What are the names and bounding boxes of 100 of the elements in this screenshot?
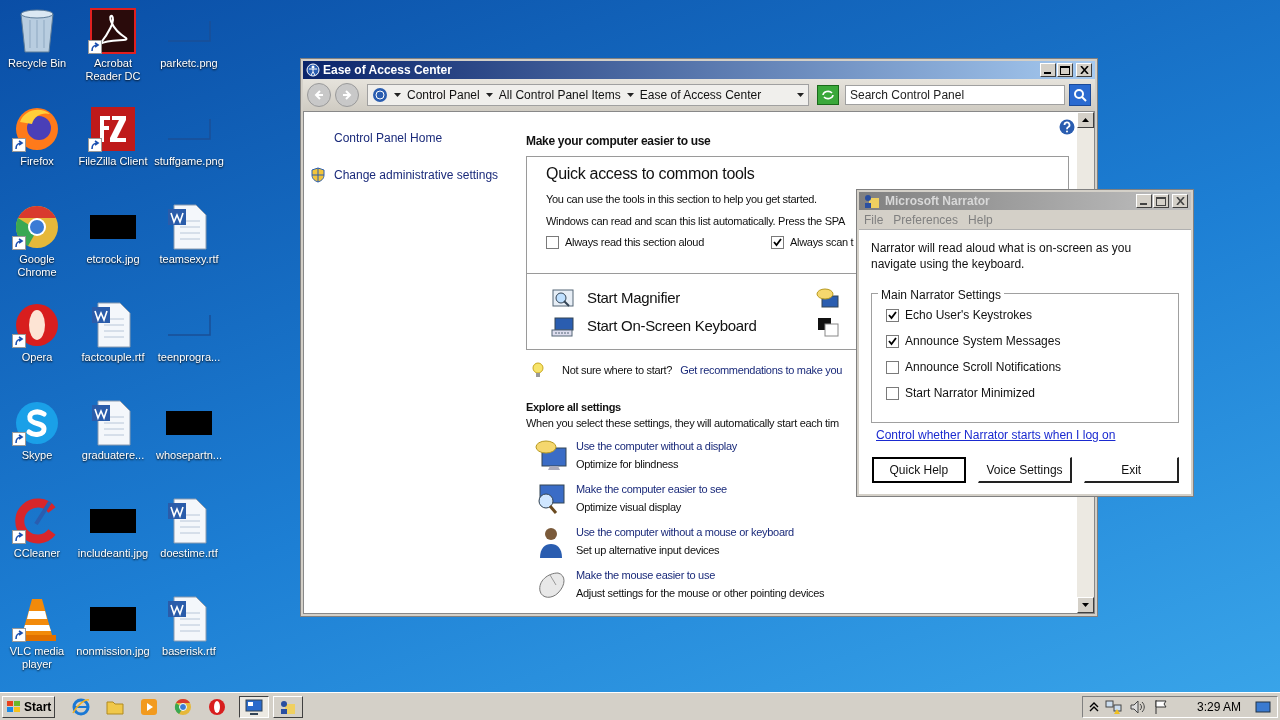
search-button[interactable] — [1069, 84, 1091, 106]
breadcrumb[interactable]: Ease of Access Center — [639, 86, 762, 104]
setting-link[interactable]: Make the computer easier to see — [576, 480, 727, 497]
section-heading: Make your computer easier to use — [526, 133, 712, 150]
contrast-icon — [816, 315, 840, 338]
scroll-up-icon[interactable] — [1082, 118, 1089, 122]
minimize-button[interactable] — [1040, 63, 1056, 77]
desktop-icon-label[interactable]: CCleaner — [0, 547, 75, 560]
checkbox[interactable] — [546, 235, 559, 249]
internet-explorer-icon[interactable] — [71, 696, 92, 717]
refresh-button[interactable] — [817, 85, 839, 105]
minimize-icon — [1044, 72, 1052, 74]
chrome-icon[interactable] — [173, 696, 194, 717]
desktop-icon-label[interactable]: whosepartn... — [151, 449, 227, 462]
desktop-icon-label[interactable]: Google Chrome — [0, 253, 75, 279]
desktop-icon-label[interactable]: factcouple.rtf — [75, 351, 151, 364]
section-heading: Explore all settings — [526, 399, 622, 415]
image-thumbnail-icon — [166, 411, 212, 435]
nav-link[interactable]: Change administrative settings — [334, 166, 499, 184]
magnifier-icon — [551, 287, 575, 310]
desktop-icon-label[interactable]: graduatere... — [75, 449, 151, 462]
minimize-button[interactable] — [1136, 194, 1152, 208]
desktop-icon-label[interactable]: includeanti.jpg — [75, 547, 151, 560]
clock: 3:29 AM — [1196, 698, 1241, 716]
desktop-icon-label[interactable]: Firefox — [0, 155, 75, 168]
setting-link[interactable]: Make the mouse easier to use — [576, 566, 825, 583]
image-thumbnail-icon — [90, 607, 136, 631]
checkmark-icon — [888, 310, 897, 320]
desktop-icon-label[interactable]: baserisk.rtf — [151, 645, 227, 658]
window-title: Microsoft Narrator — [885, 193, 991, 210]
maximize-button[interactable] — [1057, 63, 1073, 77]
skype-icon — [14, 400, 60, 446]
close-icon — [1175, 197, 1185, 205]
monitor-icon — [244, 697, 265, 716]
tool-link[interactable]: Start Magnifier — [587, 287, 681, 310]
image-file-icon — [166, 19, 212, 43]
speech-monitor-icon — [816, 287, 840, 310]
desktop-icon-label[interactable]: doestime.rtf — [151, 547, 227, 560]
network-icon[interactable] — [1104, 698, 1123, 715]
dialog-button[interactable]: Exit — [1084, 457, 1179, 483]
desktop-icon-label[interactable]: Opera — [0, 351, 75, 364]
setting-link[interactable]: Use the computer without a display — [576, 437, 737, 454]
taskbar-button[interactable] — [239, 695, 270, 718]
desktop-icon-label[interactable]: VLC media player — [0, 645, 75, 671]
section-text: When you select these settings, they will automatically start each tim — [526, 416, 839, 431]
checkmark-icon — [888, 336, 897, 346]
maximize-icon — [1156, 196, 1166, 206]
chevron-up-icon[interactable] — [1088, 700, 1099, 713]
checkbox-label: Always scan t — [790, 235, 854, 250]
desktop-icon-label[interactable]: teenprogra... — [151, 351, 227, 364]
hint-text: Not sure where to start? — [562, 363, 673, 378]
recommendations-link[interactable]: Get recommendations to make you — [680, 362, 843, 379]
start-button[interactable]: Start — [2, 695, 56, 718]
search-field[interactable]: Search Control Panel — [845, 85, 1065, 105]
address-bar[interactable]: Control Panel All Control Panel Items Ease of Access Center — [367, 84, 809, 106]
checkbox[interactable] — [886, 334, 899, 348]
opera-icon[interactable] — [207, 696, 228, 717]
maximize-button[interactable] — [1153, 194, 1169, 208]
caret-icon[interactable] — [626, 93, 634, 97]
checkbox[interactable] — [771, 235, 784, 249]
caret-icon[interactable] — [394, 93, 401, 97]
forward-button[interactable] — [335, 83, 359, 107]
setting-link[interactable]: Use the computer without a mouse or keyboard — [576, 523, 794, 540]
desktop-icon-label[interactable]: stuffgame.png — [151, 155, 227, 168]
image-file-icon — [166, 117, 212, 141]
back-button[interactable] — [307, 83, 331, 107]
desktop-icon-label[interactable]: parketc.png — [151, 57, 227, 70]
desktop-icon-label[interactable]: FileZilla Client — [75, 155, 151, 168]
chrome-icon — [14, 204, 60, 250]
breadcrumb[interactable]: Control Panel — [407, 86, 480, 104]
checkbox[interactable] — [886, 360, 899, 374]
desktop-icon-label[interactable]: etcrock.jpg — [75, 253, 151, 266]
maximize-icon — [1060, 65, 1070, 75]
desktop-icon-label[interactable]: teamsexy.rtf — [151, 253, 227, 266]
checkbox[interactable] — [886, 386, 899, 400]
checkbox-label: Always read this section aloud — [565, 235, 704, 250]
breadcrumb[interactable]: All Control Panel Items — [498, 86, 621, 104]
checkbox-label: Echo User's Keystrokes — [905, 307, 1032, 324]
desktop-icon-label[interactable]: Acrobat Reader DC — [75, 57, 151, 83]
show-desktop-icon[interactable] — [1255, 699, 1271, 714]
checkbox[interactable] — [886, 308, 899, 322]
flag-icon[interactable] — [1152, 698, 1169, 715]
tool-link[interactable]: Start On-Screen Keyboard — [587, 315, 757, 338]
desktop-icon-label[interactable]: Recycle Bin — [0, 57, 75, 70]
control-panel-icon — [372, 87, 388, 103]
close-button[interactable] — [1172, 194, 1188, 208]
dialog-button[interactable]: Voice Settings — [977, 457, 1073, 483]
desktop-icon-label[interactable]: nonmission.jpg — [75, 645, 151, 658]
startup-link[interactable]: Control whether Narrator starts when I log on — [876, 426, 1179, 444]
windows-logo-icon — [6, 699, 22, 714]
scroll-down-icon[interactable] — [1082, 603, 1089, 607]
dialog-button[interactable]: Quick Help — [872, 457, 966, 483]
firefox-icon — [14, 106, 60, 152]
caret-icon[interactable] — [485, 93, 493, 97]
image-thumbnail-icon — [90, 509, 136, 533]
close-button[interactable] — [1076, 63, 1092, 77]
speaker-icon[interactable] — [1128, 698, 1147, 715]
caret-icon[interactable] — [797, 93, 804, 97]
desktop-icon-label[interactable]: Skype — [0, 449, 75, 462]
nav-link[interactable]: Control Panel Home — [334, 129, 443, 147]
